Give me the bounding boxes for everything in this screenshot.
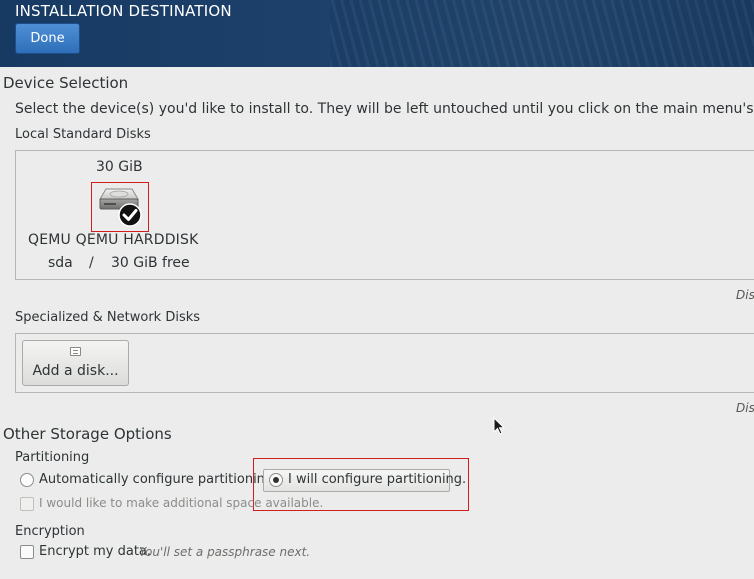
device-selection-heading: Device Selection xyxy=(3,74,129,92)
auto-partitioning-label[interactable]: Automatically configure partitioning. xyxy=(39,472,277,487)
header-bar: INSTALLATION DESTINATION Done xyxy=(0,0,754,67)
other-storage-heading: Other Storage Options xyxy=(3,425,172,443)
disk-size: 30 GiB xyxy=(96,159,143,175)
extra-space-checkbox xyxy=(20,497,34,511)
disk-info-separator: / xyxy=(89,255,94,271)
encryption-heading: Encryption xyxy=(15,524,85,539)
add-disk-button[interactable]: Add a disk... xyxy=(22,340,129,386)
auto-partitioning-radio[interactable] xyxy=(20,473,34,487)
network-disks-side-link[interactable]: Dis xyxy=(736,401,754,415)
mouse-cursor-icon xyxy=(493,417,506,435)
encrypt-hint: You'll set a passphrase next. xyxy=(139,545,311,559)
page-title: INSTALLATION DESTINATION xyxy=(15,2,232,20)
drive-icon xyxy=(70,347,81,356)
local-disks-side-link[interactable]: Dis xyxy=(736,288,754,302)
extra-space-label: I would like to make additional space av… xyxy=(39,496,324,510)
network-disks-panel: Add a disk... xyxy=(15,333,754,393)
encrypt-label[interactable]: Encrypt my data. xyxy=(39,544,151,559)
harddisk-icon xyxy=(99,188,142,227)
network-disks-heading: Specialized & Network Disks xyxy=(15,310,201,325)
disk-selection-outline[interactable] xyxy=(91,182,149,232)
disk-name: QEMU QEMU HARDDISK xyxy=(28,232,199,248)
device-selection-instruction: Select the device(s) you'd like to insta… xyxy=(15,101,754,117)
add-disk-label: Add a disk... xyxy=(32,363,119,379)
done-button[interactable]: Done xyxy=(15,23,80,54)
header-texture xyxy=(330,0,754,67)
disk-free-space: 30 GiB free xyxy=(111,255,190,271)
local-disks-panel: 30 GiB QEMU QEMU HARDDISK sda / 30 GiB f… xyxy=(15,150,754,280)
encrypt-checkbox[interactable] xyxy=(20,545,34,559)
disk-device: sda xyxy=(48,255,73,271)
partitioning-heading: Partitioning xyxy=(15,450,90,465)
local-disks-heading: Local Standard Disks xyxy=(15,127,151,142)
